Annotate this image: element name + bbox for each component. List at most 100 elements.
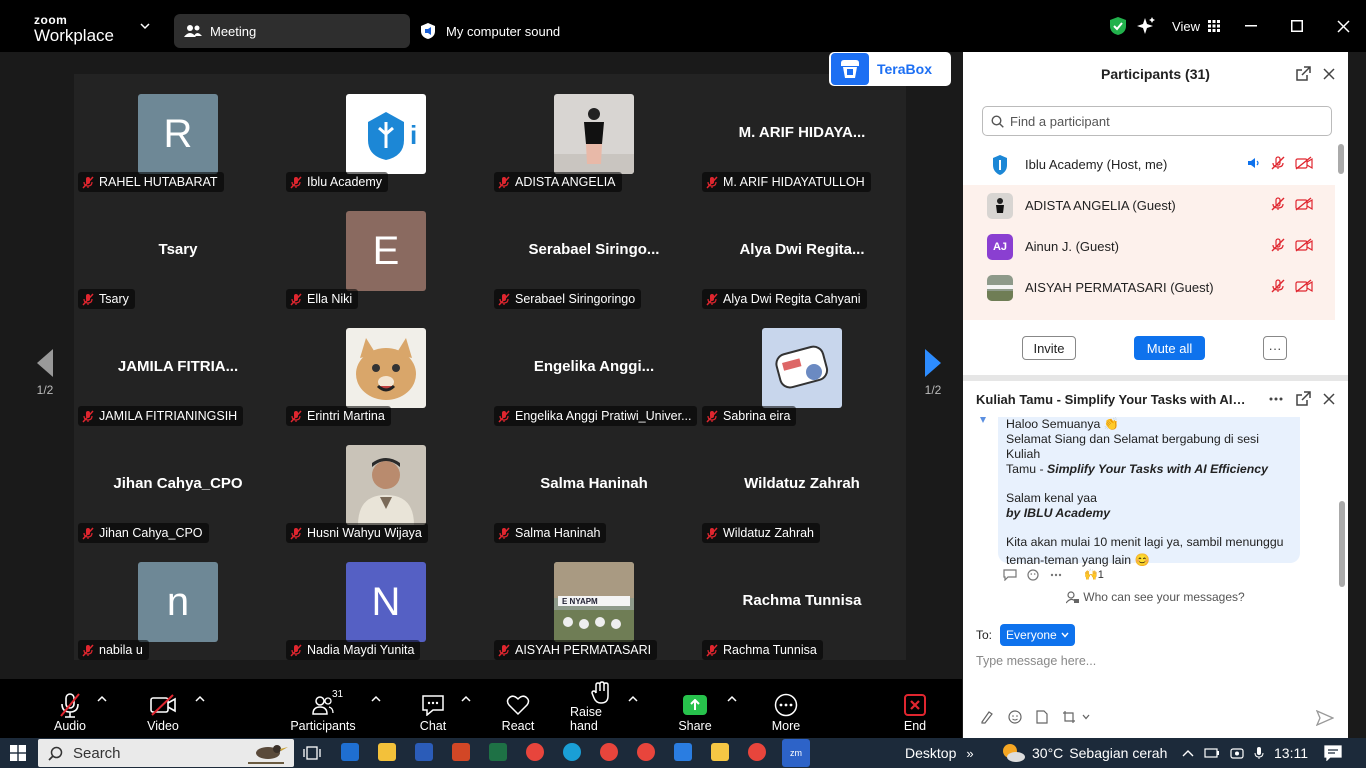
terabox-widget[interactable]: TeraBox xyxy=(829,52,951,86)
participant-list-item[interactable]: ADISTA ANGELIA (Guest) xyxy=(963,185,1335,226)
taskbar-bing-icon[interactable] xyxy=(674,743,692,761)
next-page-button[interactable]: 1/2 xyxy=(918,348,948,397)
participant-search-input[interactable]: Find a participant xyxy=(982,106,1332,136)
audio-button[interactable]: Audio xyxy=(52,685,88,733)
microphone-icon[interactable] xyxy=(1254,746,1264,760)
chevron-down-icon[interactable] xyxy=(140,21,150,31)
maximize-button[interactable] xyxy=(1274,0,1320,52)
raise-hand-button[interactable]: Raise hand xyxy=(570,681,632,733)
screenshot-icon[interactable] xyxy=(1062,710,1076,724)
participants-button[interactable]: 31 Participants xyxy=(290,685,356,733)
camera-icon[interactable] xyxy=(1230,747,1244,759)
chevron-up-icon[interactable] xyxy=(195,695,205,703)
chat-button[interactable]: Chat xyxy=(418,685,448,733)
participant-list-item[interactable]: AISYAH PERMATASARI (Guest) xyxy=(963,267,1335,308)
taskbar-edge-icon[interactable] xyxy=(563,743,581,761)
chevron-up-icon[interactable] xyxy=(371,695,381,703)
minimize-button[interactable] xyxy=(1228,0,1274,52)
participant-tile[interactable]: JAMILA FITRIA... JAMILA FITRIANINGSIH xyxy=(74,328,282,445)
react-button[interactable]: React xyxy=(500,685,536,733)
ai-sparkle-icon[interactable] xyxy=(1132,12,1160,40)
share-button[interactable]: Share xyxy=(678,685,712,733)
taskbar-store-icon[interactable] xyxy=(341,743,359,761)
battery-icon[interactable] xyxy=(1204,747,1220,759)
participant-list-item[interactable]: AJ Ainun J. (Guest) xyxy=(963,226,1335,267)
close-window-button[interactable] xyxy=(1320,0,1366,52)
participant-tile[interactable]: Engelika Anggi... Engelika Anggi Pratiwi_… xyxy=(490,328,698,445)
add-reaction-icon[interactable] xyxy=(1027,568,1040,581)
taskbar-search-input[interactable]: Search xyxy=(38,739,294,767)
participant-tile[interactable]: Salma Haninah Salma Haninah xyxy=(490,445,698,562)
send-icon[interactable] xyxy=(1316,710,1334,726)
clock[interactable]: 13:11 xyxy=(1274,745,1308,761)
participant-tile[interactable]: n nabila u xyxy=(74,562,282,679)
chevron-up-icon[interactable] xyxy=(461,695,471,703)
participant-tile[interactable]: Jihan Cahya_CPO Jihan Cahya_CPO xyxy=(74,445,282,562)
previous-page-button[interactable]: 1/2 xyxy=(30,348,60,397)
file-icon[interactable] xyxy=(1036,710,1048,724)
participant-tile[interactable]: Tsary Tsary xyxy=(74,211,282,328)
participant-tile[interactable]: Erintri Martina xyxy=(282,328,490,445)
end-button[interactable]: End xyxy=(900,685,930,733)
camera-off-icon[interactable] xyxy=(1295,197,1313,211)
microphone-muted-icon[interactable] xyxy=(1271,156,1285,170)
chevron-up-icon[interactable] xyxy=(1182,749,1194,757)
participant-tile[interactable]: Husni Wahyu Wijaya xyxy=(282,445,490,562)
more-icon[interactable] xyxy=(1269,397,1283,401)
security-shield-icon[interactable] xyxy=(1104,12,1132,40)
participant-tile[interactable]: Sabrina eira xyxy=(698,328,906,445)
taskbar-chrome-icon[interactable] xyxy=(600,743,618,761)
participant-tile[interactable]: R RAHEL HUTABARAT xyxy=(74,94,282,211)
participant-list-item-partial[interactable] xyxy=(963,308,1335,320)
reaction-badge[interactable]: 🙌1 xyxy=(1084,568,1104,581)
participant-tile[interactable]: E NYAPM AISYAH PERMATASARI xyxy=(490,562,698,679)
weather-widget[interactable]: 30°C Sebagian cerah xyxy=(1000,738,1167,768)
more-icon[interactable] xyxy=(1050,573,1062,577)
windows-start-icon[interactable] xyxy=(10,745,26,761)
microphone-muted-icon[interactable] xyxy=(1271,238,1285,252)
taskbar-powerpoint-icon[interactable] xyxy=(452,743,470,761)
taskbar-chrome-icon[interactable] xyxy=(748,743,766,761)
taskbar-zoom-icon[interactable]: zm xyxy=(782,739,810,767)
microphone-muted-icon[interactable] xyxy=(1271,197,1285,211)
camera-off-icon[interactable] xyxy=(1295,156,1313,170)
close-icon[interactable] xyxy=(1323,68,1335,80)
mute-all-button[interactable]: Mute all xyxy=(1134,336,1205,360)
participant-tile[interactable]: N Nadia Maydi Yunita xyxy=(282,562,490,679)
participant-list-scrollbar[interactable] xyxy=(1338,144,1344,320)
taskbar-excel-icon[interactable] xyxy=(489,743,507,761)
view-button[interactable]: View xyxy=(1172,19,1220,34)
who-can-see-link[interactable]: Who can see your messages? xyxy=(963,590,1348,604)
participant-tile[interactable]: Rachma Tunnisa Rachma Tunnisa xyxy=(698,562,906,679)
camera-off-icon[interactable] xyxy=(1295,279,1313,293)
computer-sound-tab[interactable]: My computer sound xyxy=(420,14,560,48)
taskbar-chrome-icon[interactable] xyxy=(637,743,655,761)
participant-tile[interactable]: Serabael Siringo... Serabael Siringoringo xyxy=(490,211,698,328)
more-button[interactable]: More xyxy=(770,685,802,733)
chat-message-input[interactable]: Type message here... xyxy=(976,654,1096,668)
taskbar-chrome-icon[interactable] xyxy=(526,743,544,761)
meeting-tab[interactable]: Meeting xyxy=(174,14,410,48)
participant-list-item[interactable]: Iblu Academy (Host, me) xyxy=(963,144,1335,185)
recipient-select[interactable]: Everyone xyxy=(1000,624,1075,646)
task-view-icon[interactable] xyxy=(303,745,321,761)
popout-icon[interactable] xyxy=(1296,391,1311,406)
microphone-muted-icon[interactable] xyxy=(1271,279,1285,293)
format-icon[interactable] xyxy=(980,710,994,724)
participant-tile[interactable]: Wildatuz Zahrah Wildatuz Zahrah xyxy=(698,445,906,562)
taskbar-sticky-notes-icon[interactable] xyxy=(711,743,729,761)
participants-more-button[interactable]: ··· xyxy=(1263,336,1287,360)
participant-tile[interactable]: Alya Dwi Regita... Alya Dwi Regita Cahyan… xyxy=(698,211,906,328)
taskbar-desktop-button[interactable]: Desktop » xyxy=(905,738,974,768)
emoji-icon[interactable] xyxy=(1008,710,1022,724)
participant-tile[interactable]: ADISTA ANGELIA xyxy=(490,94,698,211)
chevron-down-icon[interactable] xyxy=(1082,714,1090,720)
camera-off-icon[interactable] xyxy=(1295,238,1313,252)
close-icon[interactable] xyxy=(1323,393,1335,405)
chevron-up-icon[interactable] xyxy=(97,695,107,703)
participant-tile[interactable]: E Ella Niki xyxy=(282,211,490,328)
reply-icon[interactable] xyxy=(1003,568,1017,581)
taskbar-word-icon[interactable] xyxy=(415,743,433,761)
chat-message[interactable]: Haloo Semuanya 👏 Selamat Siang dan Selam… xyxy=(998,417,1300,567)
participant-tile[interactable]: i Iblu Academy xyxy=(282,94,490,211)
